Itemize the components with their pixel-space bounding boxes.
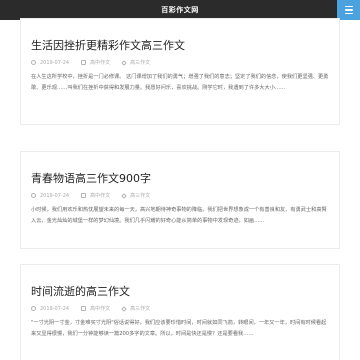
post-title[interactable]: 青春物语高三作文900字 [31,172,329,186]
folder-icon [81,193,87,198]
top-bar: 百彩作文网 [0,0,360,20]
post-title[interactable]: 时间流逝的高三作文 [31,285,329,299]
clock-icon [31,306,36,311]
post-tag[interactable]: 高三作文 [130,59,150,66]
folder-icon [81,306,87,311]
clock-icon [31,193,36,198]
hamburger-icon-line [344,5,353,8]
post-excerpt: 在人生这所学校中，挫折是一门必修课。 这门课增加了我们的勇气；增强了我们的意志；… [31,74,329,91]
post-category[interactable]: 高中作文 [90,59,110,66]
post-card: 生活因挫折更精彩作文高三作文 2019-07-24 高中作文 高三作文 在人生这… [20,18,340,125]
post-category[interactable]: 高中作文 [90,192,110,199]
post-excerpt: 小时候，我们用欢乐和热忱展望未来的每一天，高兴地期待神奇事物的降临。我们把世界想… [31,207,327,224]
site-title[interactable]: 百彩作文网 [161,5,199,15]
tag-icon [121,192,127,199]
post-meta: 2019-07-24 高中作文 高三作文 [31,192,329,199]
tag-icon [121,305,127,312]
post-tag[interactable]: 高三作文 [130,192,150,199]
menu-button[interactable] [337,0,360,20]
post-card: 时间流逝的高三作文 2019-07-24 高中作文 高三作文 "一寸光阴一寸金，… [20,264,340,360]
folder-icon [81,60,87,65]
post-tag[interactable]: 高三作文 [130,305,150,312]
post-meta: 2019-07-24 高中作文 高三作文 [31,59,329,66]
post-date: 2019-07-24 [40,305,70,312]
tag-icon [121,59,127,66]
post-list: 生活因挫折更精彩作文高三作文 2019-07-24 高中作文 高三作文 在人生这… [20,18,340,360]
post-meta: 2019-07-24 高中作文 高三作文 [31,305,329,312]
post-date: 2019-07-24 [40,59,70,66]
post-date: 2019-07-24 [40,192,70,199]
post-card: 青春物语高三作文900字 2019-07-24 高中作文 高三作文 小时候，我们… [20,151,340,249]
hamburger-icon-line [344,12,353,15]
post-category[interactable]: 高中作文 [90,305,110,312]
post-excerpt: "一寸光阴一寸金，寸金难买寸光阴"俗话说得好，我们应该要珍惜时间，时间就如同飞箭… [31,320,327,337]
hamburger-icon-line [344,9,353,11]
clock-icon [31,60,36,65]
post-title[interactable]: 生活因挫折更精彩作文高三作文 [31,39,329,53]
